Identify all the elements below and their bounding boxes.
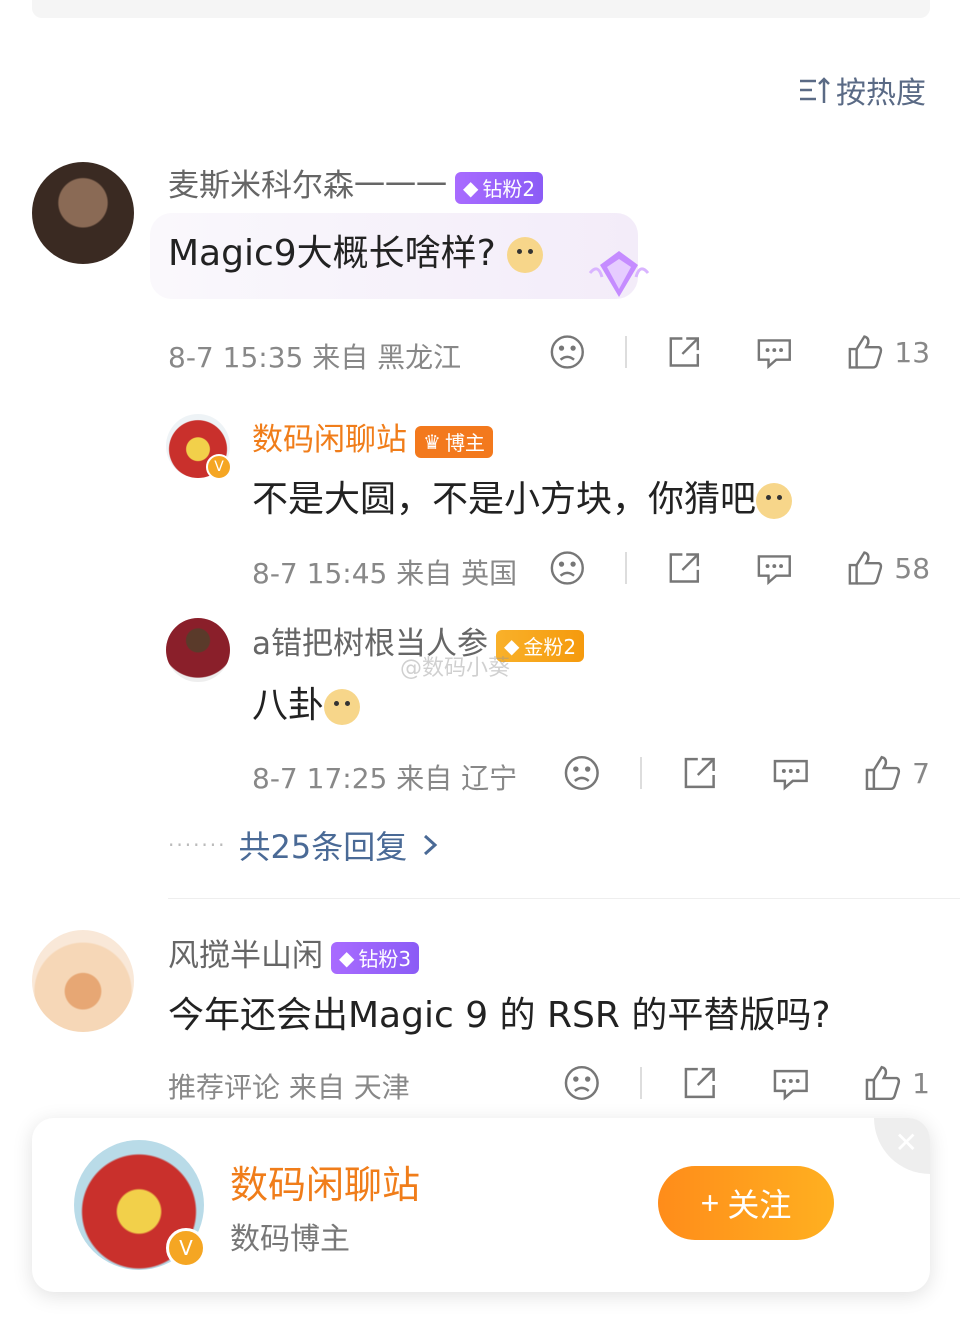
divider bbox=[639, 1067, 642, 1099]
comment-divider bbox=[168, 898, 960, 899]
divider bbox=[639, 757, 642, 789]
follow-button[interactable]: + 关注 bbox=[658, 1166, 834, 1240]
diamond-icon: ◆ bbox=[463, 175, 479, 200]
like-icon[interactable] bbox=[846, 548, 885, 588]
comment-icon[interactable] bbox=[771, 753, 811, 793]
sort-label: 按热度 bbox=[836, 76, 926, 111]
doge-emoji-icon bbox=[756, 483, 793, 519]
comment-actions: 1 bbox=[562, 1063, 930, 1103]
comment-actions: 13 bbox=[548, 332, 930, 372]
avatar[interactable] bbox=[32, 162, 134, 264]
like-count: 13 bbox=[894, 335, 931, 369]
share-icon[interactable] bbox=[665, 332, 704, 372]
previous-item-edge bbox=[32, 0, 930, 18]
doge-emoji-icon bbox=[324, 689, 361, 725]
comment-icon[interactable] bbox=[771, 1063, 811, 1103]
doge-emoji-icon bbox=[507, 237, 544, 273]
reply-author[interactable]: 数码闲聊站 ♛ 博主 bbox=[252, 414, 493, 459]
avatar[interactable] bbox=[32, 930, 134, 1032]
share-icon[interactable] bbox=[680, 1063, 720, 1103]
diamond-decoration-icon bbox=[588, 251, 650, 297]
verified-icon: V bbox=[166, 1228, 206, 1268]
divider bbox=[624, 552, 627, 584]
card-subtitle: 数码博主 bbox=[230, 1222, 350, 1257]
like-count: 58 bbox=[894, 551, 931, 585]
sort-icon bbox=[800, 77, 830, 103]
comment-icon[interactable] bbox=[755, 548, 794, 588]
reply-actions: 7 bbox=[562, 753, 930, 793]
dislike-face-icon[interactable] bbox=[548, 548, 587, 588]
comment-text: 今年还会出Magic 9 的 RSR 的平替版吗? bbox=[168, 995, 831, 1036]
crown-tv-icon: ♛ bbox=[423, 429, 441, 454]
divider bbox=[624, 336, 627, 368]
sort-toggle[interactable]: 按热度 bbox=[798, 68, 926, 112]
reply-meta: 8-7 15:45 来自 英国 bbox=[252, 557, 518, 590]
avatar[interactable] bbox=[166, 618, 230, 682]
close-icon[interactable]: ✕ bbox=[874, 1118, 930, 1174]
comment-author[interactable]: 麦斯米科尔森一一一 ◆ 钻粉2 bbox=[168, 160, 544, 205]
like-icon[interactable] bbox=[863, 1063, 903, 1103]
verified-icon: V bbox=[206, 454, 232, 480]
blogger-badge: ♛ 博主 bbox=[415, 425, 493, 458]
comment-meta: 推荐评论 来自 天津 bbox=[168, 1071, 410, 1104]
plus-icon: + bbox=[700, 1184, 720, 1221]
diamond-icon: ◆ bbox=[339, 945, 355, 970]
fan-badge: ◆ 钻粉2 bbox=[455, 171, 544, 204]
dislike-face-icon[interactable] bbox=[548, 332, 587, 372]
like-count: 7 bbox=[912, 756, 930, 790]
card-name: 数码闲聊站 bbox=[230, 1163, 421, 1207]
reply-actions: 58 bbox=[548, 548, 930, 588]
share-icon[interactable] bbox=[680, 753, 720, 793]
dislike-face-icon[interactable] bbox=[562, 753, 602, 793]
reply-text: 不是大圆，不是小方块，你猜吧 bbox=[252, 470, 793, 522]
reply-meta: 8-7 17:25 来自 辽宁 bbox=[252, 762, 518, 795]
comment-icon[interactable] bbox=[755, 332, 794, 372]
like-count: 1 bbox=[912, 1066, 930, 1100]
chevron-right-icon bbox=[424, 834, 438, 856]
dots-icon: ······· bbox=[168, 833, 227, 857]
share-icon[interactable] bbox=[665, 548, 704, 588]
comment-text: Magic9大概长啥样? bbox=[168, 224, 544, 276]
comment-author[interactable]: 风搅半山闲 ◆ 钻粉3 bbox=[168, 930, 420, 975]
reply-text: 八卦 bbox=[252, 676, 361, 728]
dislike-face-icon[interactable] bbox=[562, 1063, 602, 1103]
comment-meta: 8-7 15:35 来自 黑龙江 bbox=[168, 341, 462, 374]
follow-card: ✕ V 数码闲聊站 数码博主 + 关注 bbox=[32, 1118, 930, 1292]
like-icon[interactable] bbox=[863, 753, 903, 793]
fan-badge: ◆ 钻粉3 bbox=[331, 941, 420, 974]
more-replies-link[interactable]: ······· 共25条回复 bbox=[168, 822, 441, 868]
like-icon[interactable] bbox=[846, 332, 885, 372]
watermark: @数码小葵 bbox=[400, 656, 511, 681]
